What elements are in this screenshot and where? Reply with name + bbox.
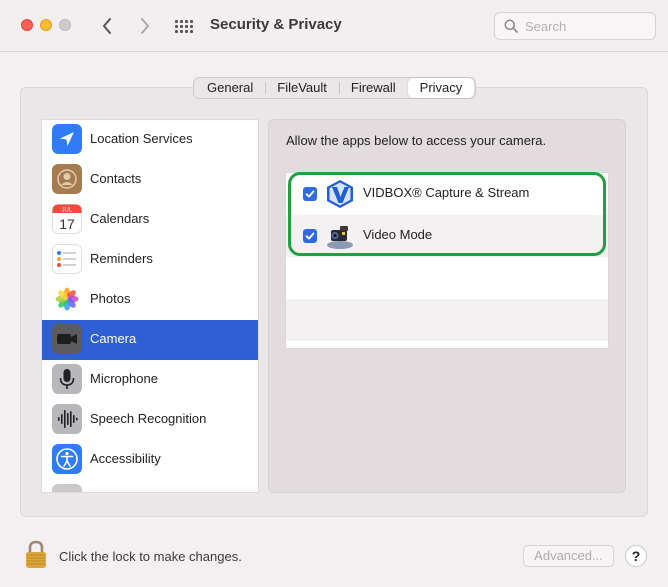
tab-privacy[interactable]: Privacy [407,78,475,98]
help-button[interactable]: ? [625,545,647,567]
back-button[interactable] [96,14,118,38]
show-all-grid-button[interactable] [175,17,195,35]
partial-item-icon [52,484,82,492]
reminders-icon [52,244,82,274]
window-title: Security & Privacy [210,16,342,33]
minimize-window-button[interactable] [40,19,52,31]
location-arrow-icon [52,124,82,154]
contacts-icon [52,164,82,194]
sidebar-item-label: Contacts [90,171,142,186]
camera-icon [52,324,82,354]
sidebar-item-accessibility[interactable]: Accessibility [42,440,258,480]
calendar-day-text: 17 [59,216,75,232]
sidebar-item-label: Speech Recognition [90,411,207,426]
search-input[interactable] [525,17,650,36]
app-row-video-mode[interactable]: Video Mode [286,215,608,257]
sidebar-item-label: Photos [90,291,131,306]
empty-row [286,257,608,299]
sidebar-item-speech-recognition[interactable]: Speech Recognition [42,400,258,440]
video-camera-app-icon [327,226,353,249]
empty-row [286,299,608,341]
app-name: VIDBOX® Capture & Stream [363,185,530,200]
sidebar-item-calendars[interactable]: JUL 17 Calendars [42,200,258,240]
advanced-button[interactable]: Advanced... [523,545,614,567]
lock-icon[interactable] [24,539,48,569]
tab-general[interactable]: General [195,78,265,98]
zoom-window-button[interactable] [59,19,71,31]
tab-firewall[interactable]: Firewall [338,78,408,98]
accessibility-icon [52,444,82,474]
sidebar-item-photos[interactable]: Photos [42,280,258,320]
search-icon [504,19,518,33]
app-checkbox-vidbox[interactable] [303,187,317,201]
vidbox-logo-icon [327,180,353,208]
checkmark-icon [305,190,315,198]
sidebar-item-camera[interactable]: Camera [42,320,258,360]
sidebar-item-contacts[interactable]: Contacts [42,160,258,200]
sidebar-item-partial[interactable] [42,480,258,492]
search-field[interactable] [494,12,656,40]
sidebar-item-location-services[interactable]: Location Services [42,120,258,160]
app-name: Video Mode [363,227,433,242]
chevron-right-icon [141,18,149,34]
sidebar-item-microphone[interactable]: Microphone [42,360,258,400]
sidebar-item-reminders[interactable]: Reminders [42,240,258,280]
lock-instruction-text: Click the lock to make changes. [59,549,242,564]
privacy-category-list[interactable]: Location Services Contacts JUL 17 Calend… [41,119,259,493]
sidebar-item-label: Calendars [90,211,150,226]
chevron-left-icon [103,18,111,34]
app-row-vidbox[interactable]: VIDBOX® Capture & Stream [286,173,608,215]
microphone-icon [52,364,82,394]
calendar-icon: JUL 17 [52,204,82,234]
sidebar-item-label: Microphone [90,371,158,386]
sidebar-item-label: Accessibility [90,451,161,466]
sidebar-item-label: Location Services [90,131,193,146]
tab-bar: General FileVault Firewall Privacy [193,77,477,99]
title-bar: Security & Privacy [0,0,668,52]
checkmark-icon [305,232,315,240]
sidebar-item-label: Camera [90,331,137,346]
waveform-icon [52,404,82,434]
pane-description: Allow the apps below to access your came… [286,133,547,148]
app-permission-list[interactable]: VIDBOX® Capture & Stream Video Mode [285,172,609,349]
photos-icon [52,284,82,314]
calendar-month-text: JUL [62,208,73,214]
app-checkbox-video-mode[interactable] [303,229,317,243]
forward-button[interactable] [134,14,156,38]
close-window-button[interactable] [21,19,33,31]
sidebar-item-label: Reminders [90,251,153,266]
tab-filevault[interactable]: FileVault [265,78,339,98]
